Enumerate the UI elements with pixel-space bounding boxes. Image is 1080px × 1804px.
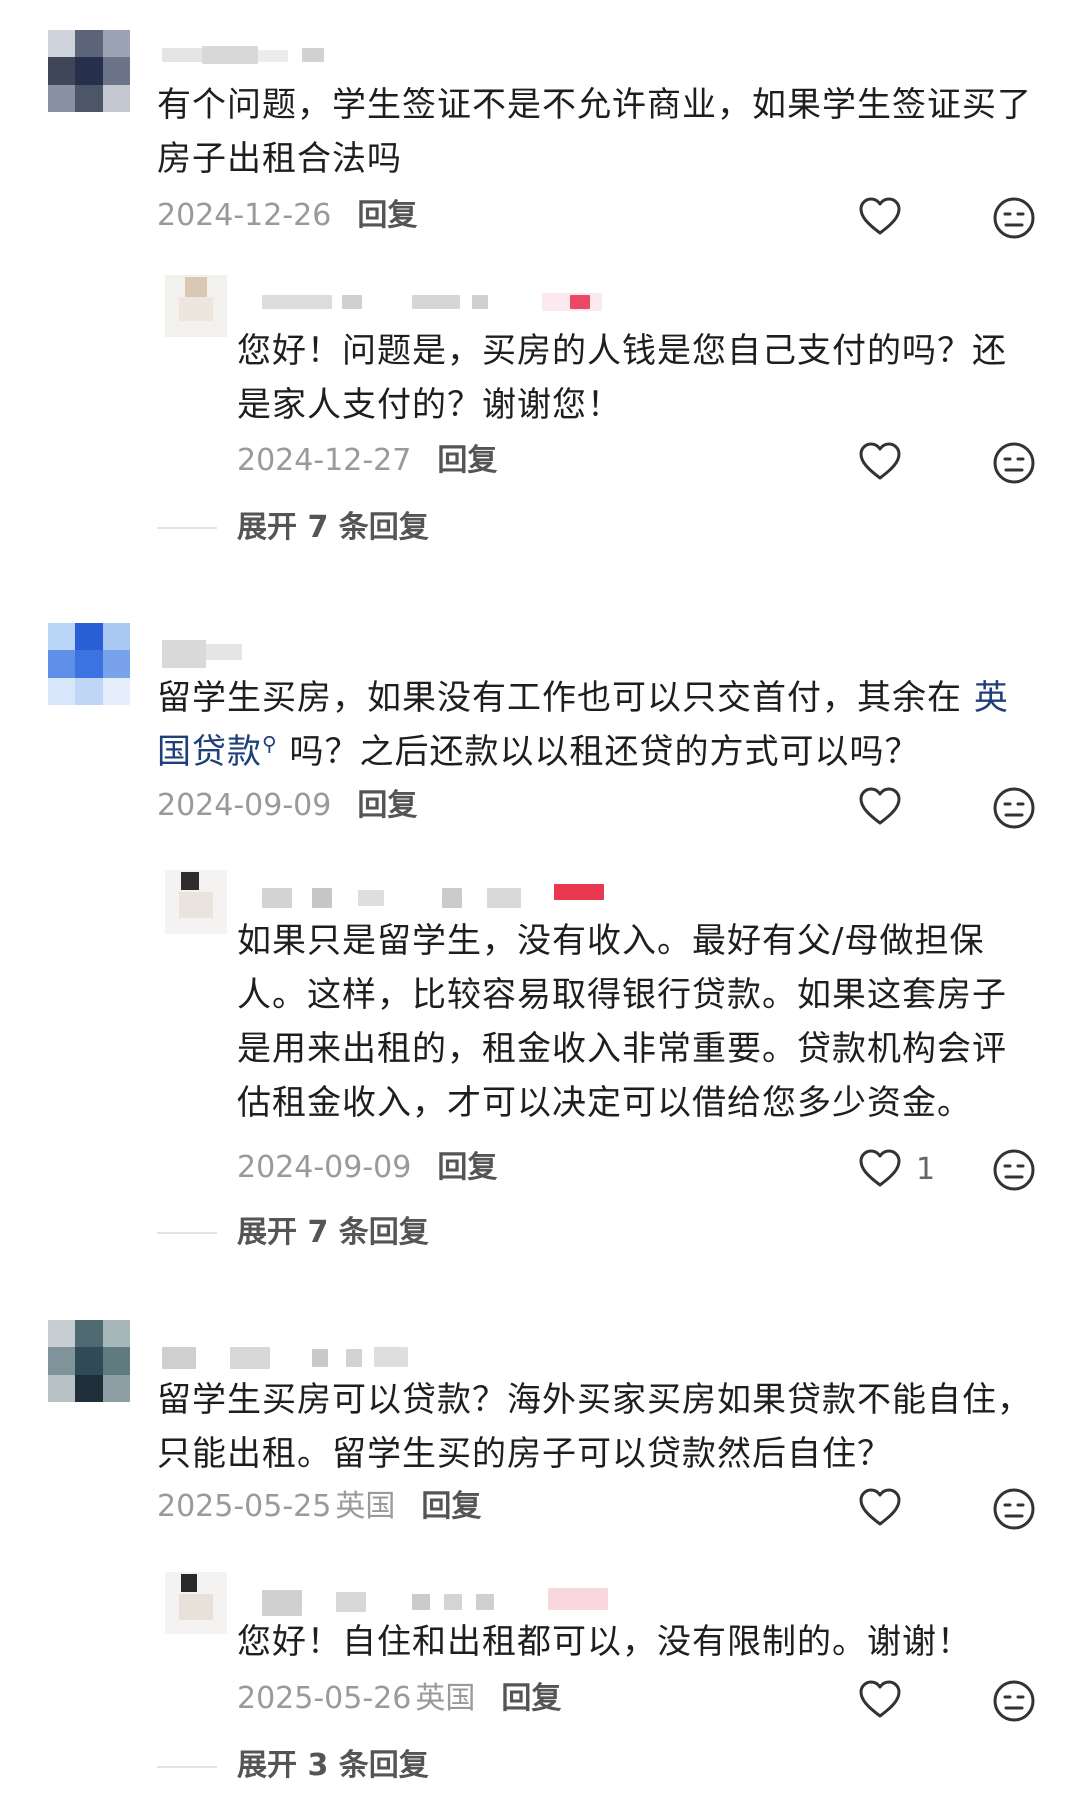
expand-replies-button[interactable]: 展开 7 条回复	[237, 508, 429, 548]
reply-button[interactable]: 回复	[357, 788, 417, 823]
avatar[interactable]	[165, 275, 227, 337]
reply-button[interactable]: 回复	[421, 1489, 481, 1524]
frown-face-icon[interactable]	[992, 1487, 1036, 1531]
reply-button[interactable]: 回复	[357, 198, 417, 233]
frown-face-icon[interactable]	[992, 1679, 1036, 1723]
heart-outline-icon[interactable]	[858, 1679, 902, 1719]
comment-date: 2024-12-26	[157, 198, 332, 233]
like-count: 1	[916, 1152, 936, 1187]
comment-text: 留学生买房，如果没有工作也可以只交首付，其余在 英国贷款⚲ 吗？之后还款以以租还…	[157, 671, 1037, 779]
frown-face-icon[interactable]	[992, 441, 1036, 485]
comment-date: 2024-09-09	[157, 788, 332, 823]
heart-outline-icon[interactable]	[858, 196, 902, 236]
comment-meta: 2025-05-25 英国 回复	[157, 1487, 481, 1527]
reply-button[interactable]: 回复	[437, 443, 497, 478]
search-icon[interactable]: ⚲	[262, 732, 278, 756]
reply-text: 如果只是留学生，没有收入。最好有父/母做担保人。这样，比较容易取得银行贷款。如果…	[237, 921, 1007, 1123]
avatar[interactable]	[165, 1572, 227, 1634]
avatar[interactable]	[48, 1320, 130, 1402]
comment-text: 有个问题，学生签证不是不允许商业，如果学生签证买了房子出租合法吗	[157, 85, 1032, 179]
reply-meta: 2024-09-09 回复	[237, 1148, 497, 1188]
expand-replies-button[interactable]: 展开 3 条回复	[237, 1746, 429, 1786]
username-blurred[interactable]	[162, 46, 332, 64]
frown-face-icon[interactable]	[992, 196, 1036, 240]
comment-text: 留学生买房可以贷款？海外买家买房如果贷款不能自住，只能出租。留学生买的房子可以贷…	[157, 1380, 1032, 1474]
username-blurred[interactable]	[262, 884, 622, 912]
reply-text: 您好！问题是，买房的人钱是您自己支付的吗？还是家人支付的？谢谢您！	[237, 331, 1007, 425]
reply-meta: 2024-12-27 回复	[237, 441, 497, 481]
username-blurred[interactable]	[262, 1588, 622, 1618]
avatar[interactable]	[48, 30, 130, 112]
username-blurred[interactable]	[162, 640, 252, 668]
comment-location: 英国	[335, 1489, 396, 1524]
reply-date: 2024-09-09	[237, 1150, 412, 1185]
comment-text-part: 留学生买房，如果没有工作也可以只交首付，其余在	[157, 678, 974, 718]
reply-location: 英国	[415, 1681, 476, 1716]
avatar[interactable]	[165, 870, 227, 934]
reply-meta: 2025-05-26 英国 回复	[237, 1679, 561, 1719]
reply-text: 您好！自住和出租都可以，没有限制的。谢谢！	[237, 1622, 972, 1662]
expand-replies-button[interactable]: 展开 7 条回复	[237, 1213, 429, 1253]
heart-outline-icon[interactable]	[858, 1487, 902, 1527]
divider	[157, 1766, 217, 1768]
reply-date: 2025-05-26	[237, 1681, 412, 1716]
comment-text-part: 吗？之后还款以以租还贷的方式可以吗？	[277, 732, 920, 772]
username-blurred[interactable]	[262, 293, 622, 311]
reply-button[interactable]: 回复	[437, 1150, 497, 1185]
reply-button[interactable]: 回复	[501, 1681, 561, 1716]
frown-face-icon[interactable]	[992, 1148, 1036, 1192]
comment-meta: 2024-09-09 回复	[157, 786, 417, 826]
comment-meta: 2024-12-26 回复	[157, 196, 417, 236]
heart-outline-icon[interactable]	[858, 1148, 902, 1188]
reply-date: 2024-12-27	[237, 443, 412, 478]
divider	[157, 1232, 217, 1234]
comment-date: 2025-05-25	[157, 1489, 332, 1524]
username-blurred[interactable]	[162, 1345, 412, 1371]
divider	[157, 527, 217, 529]
heart-outline-icon[interactable]	[858, 786, 902, 826]
heart-outline-icon[interactable]	[858, 441, 902, 481]
frown-face-icon[interactable]	[992, 786, 1036, 830]
avatar[interactable]	[48, 623, 130, 705]
